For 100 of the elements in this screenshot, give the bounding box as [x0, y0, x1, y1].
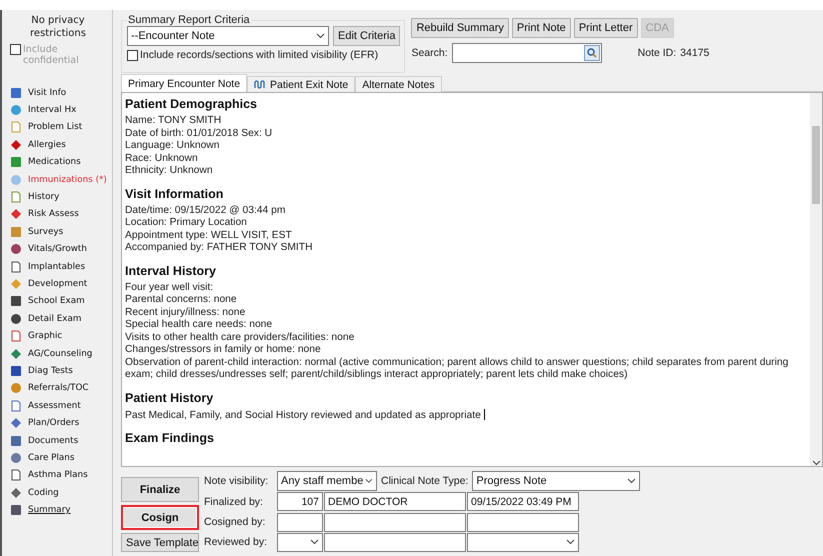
- action-button[interactable]: Save Template: [121, 533, 199, 552]
- note-line: Parental concerns: none: [125, 294, 238, 306]
- square-icon: [10, 504, 22, 516]
- note-line: Four year well visit:: [125, 282, 214, 294]
- sidebar-link[interactable]: Care Plans: [28, 452, 74, 463]
- field-label: Finalized by:: [204, 496, 264, 508]
- sidebar-link[interactable]: Coding: [28, 488, 59, 498]
- note-line: Observation of parent-child interaction: normal (active communication; parent allows child to answer questions; child separates from parent during exam; child dresses/undresses self; parent/child/siblings interact appropriately; parent lets child make choices): [125, 356, 790, 382]
- action-button[interactable]: Cosign: [121, 505, 199, 530]
- finalized-time-field[interactable]: 09/15/2022 03:49 PM: [467, 492, 579, 512]
- finalized-id-field[interactable]: 107: [277, 492, 323, 512]
- cosign-time-field[interactable]: [467, 512, 579, 532]
- group-title: Summary Report Criteria: [127, 14, 251, 26]
- field-label: Note visibility:: [204, 475, 270, 488]
- action-button[interactable]: Finalize: [121, 477, 199, 502]
- note-tab[interactable]: Patient Exit Note: [247, 76, 356, 92]
- note-line: Ethnicity: Unknown: [125, 165, 214, 178]
- circle-icon: [10, 104, 22, 116]
- circle-icon: [10, 382, 22, 394]
- edit-criteria-button[interactable]: Edit Criteria: [333, 26, 400, 46]
- note-line: Visits to other health care providers/facilities: none: [125, 332, 356, 344]
- note-line: Date/time: 09/15/2022 @ 03:44 pm: [125, 204, 286, 217]
- dropdown-caret-icon: [365, 478, 373, 484]
- sidebar-link[interactable]: Graphic: [28, 331, 62, 342]
- sidebar-link[interactable]: Plan/Orders: [28, 418, 80, 428]
- section-heading: Patient History: [125, 390, 214, 406]
- sidebar-link[interactable]: History: [28, 192, 60, 202]
- sidebar-link[interactable]: Vitals/Growth: [28, 244, 87, 254]
- dropdown-caret-icon: [627, 478, 636, 484]
- circle-icon: [10, 452, 22, 464]
- note-type-select[interactable]: Progress Note: [472, 471, 640, 492]
- sidebar-link[interactable]: School Exam: [28, 296, 85, 306]
- toolbar-button[interactable]: Rebuild Summary: [411, 18, 509, 38]
- toolbar-button[interactable]: Print Letter: [574, 18, 638, 38]
- note-id-label: Note ID:: [638, 47, 676, 59]
- circle-icon: [10, 174, 22, 186]
- square-icon: [10, 434, 22, 446]
- sidebar-link[interactable]: Interval Hx: [28, 105, 76, 116]
- note-line: Changes/stressors in family or home: none: [125, 344, 322, 356]
- dropdown-caret-icon: [310, 539, 319, 546]
- sidebar-link[interactable]: Implantables: [28, 262, 86, 272]
- circle-icon: [10, 312, 22, 325]
- sidebar-link[interactable]: Visit Info: [28, 88, 66, 98]
- search-field[interactable]: [452, 43, 602, 63]
- sidebar-link[interactable]: Diag Tests: [28, 366, 73, 376]
- diamond-icon: [10, 486, 22, 499]
- square-icon: [10, 156, 22, 168]
- note-line: Appointment type: WELL VISIT, EST: [125, 230, 293, 242]
- sidebar-link[interactable]: Asthma Plans: [28, 470, 88, 480]
- field-label: Clinical Note Type:: [381, 475, 468, 488]
- cosigner-name-field[interactable]: [324, 512, 466, 532]
- sidebar-link[interactable]: Risk Assess: [28, 209, 79, 220]
- sidebar-link[interactable]: Surveys: [28, 226, 64, 237]
- note-line: Race: Unknown: [125, 152, 199, 165]
- diamond-icon: [10, 208, 22, 220]
- limited-visibility-checkbox[interactable]: [127, 50, 138, 60]
- document-icon: [10, 260, 22, 273]
- sidebar-link[interactable]: Allergies: [28, 140, 66, 150]
- reviewer-select[interactable]: [277, 532, 323, 552]
- reviewer-name-field[interactable]: [324, 532, 466, 552]
- checkbox-label: Include records/sections with limited visibility (EFR): [140, 49, 378, 61]
- section-heading: Visit Information: [125, 186, 224, 202]
- sidebar-link[interactable]: Referrals/TOC: [28, 383, 89, 394]
- note-id-value: 34175: [680, 47, 710, 59]
- visibility-select[interactable]: Any staff membe: [277, 471, 377, 492]
- sidebar-link[interactable]: Summary: [28, 505, 71, 516]
- field-label: Reviewed by:: [204, 536, 268, 548]
- sidebar-link[interactable]: Documents: [28, 436, 78, 446]
- diamond-icon: [10, 278, 22, 290]
- sidebar-link[interactable]: Development: [28, 278, 88, 289]
- finalized-name-field[interactable]: DEMO DOCTOR: [324, 492, 466, 512]
- cosigner-id-field[interactable]: [277, 512, 323, 532]
- sidebar-link[interactable]: Problem List: [28, 122, 82, 132]
- sidebar-link[interactable]: Immunizations (*): [28, 174, 107, 185]
- note-line: Name: TONY SMITH: [125, 115, 222, 128]
- sidebar-link[interactable]: Assessment: [28, 400, 81, 411]
- field-label: Cosigned by:: [204, 516, 266, 528]
- document-icon: [10, 330, 22, 342]
- search-icon[interactable]: [584, 45, 600, 61]
- sidebar-link[interactable]: Medications: [28, 157, 81, 168]
- note-line: Special health care needs: none: [125, 319, 274, 332]
- note-line: Date of birth: 01/01/2018 Sex: U: [125, 128, 274, 140]
- note-line: Past Medical, Family, and Social History reviewed and updated as appropriate: [125, 408, 802, 422]
- criteria-select[interactable]: --Encounter Note: [127, 26, 329, 46]
- scrollbar[interactable]: [810, 93, 822, 466]
- dropdown-caret-icon: [566, 539, 575, 546]
- square-icon: [10, 295, 22, 308]
- section-heading: Interval History: [125, 264, 218, 278]
- document-icon: [10, 469, 22, 482]
- note-tab[interactable]: Primary Encounter Note: [121, 74, 248, 92]
- diamond-icon: [10, 417, 22, 430]
- privacy-status: No privacy restrictions: [29, 14, 87, 40]
- sidebar-link[interactable]: Detail Exam: [28, 314, 82, 324]
- scroll-thumb[interactable]: [812, 126, 820, 204]
- note-line: Accompanied by: FATHER TONY SMITH: [125, 242, 314, 254]
- review-time-select[interactable]: [467, 532, 579, 552]
- toolbar-button[interactable]: Print Note: [512, 18, 571, 38]
- diamond-icon: [10, 348, 22, 360]
- sidebar-link[interactable]: AG/Counseling: [28, 348, 92, 359]
- note-tab[interactable]: Alternate Notes: [355, 76, 442, 92]
